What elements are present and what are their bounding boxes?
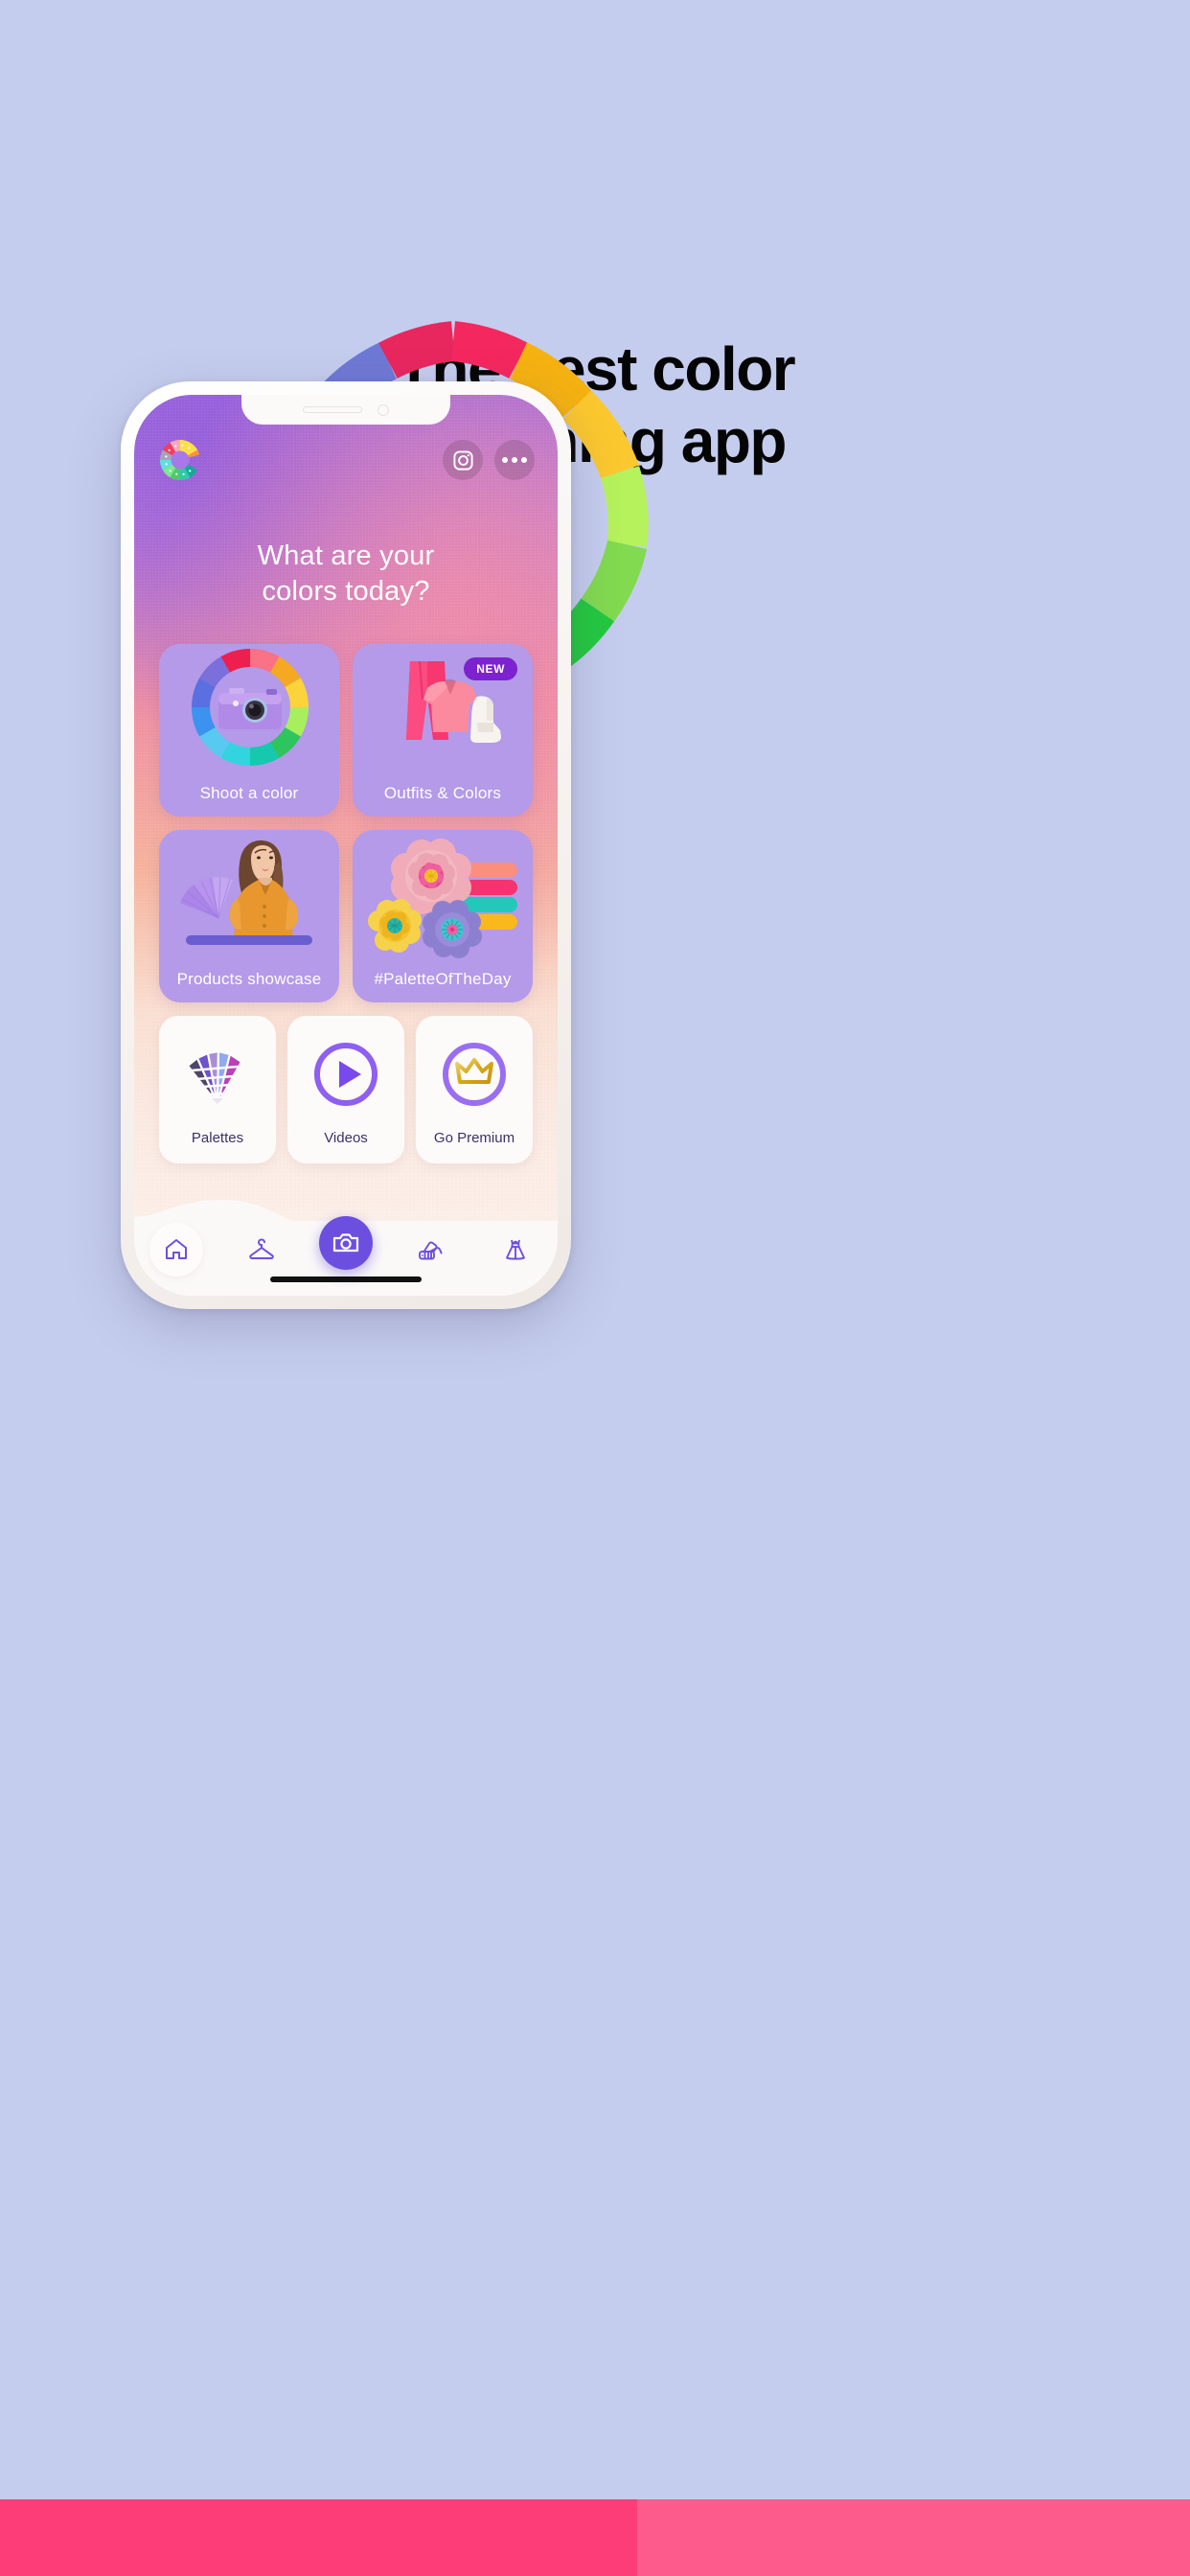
nav-item-palettes[interactable] xyxy=(400,1220,460,1279)
new-badge: NEW xyxy=(464,657,517,680)
card-label: Videos xyxy=(324,1130,368,1146)
front-camera-dot xyxy=(378,403,389,416)
nav-item-camera[interactable] xyxy=(316,1216,376,1279)
color-wheel-logo[interactable] xyxy=(157,437,203,483)
tile-label: Shoot a color xyxy=(199,784,299,802)
paper-flowers-icon xyxy=(353,830,533,962)
model-photo-icon xyxy=(159,830,339,962)
app-header-bar xyxy=(134,437,558,483)
nav-item-outfits[interactable] xyxy=(486,1220,545,1279)
earpiece-speaker xyxy=(303,406,362,413)
instagram-icon[interactable] xyxy=(443,440,483,480)
camera-color-wheel-icon xyxy=(159,644,339,776)
nav-item-wardrobe[interactable] xyxy=(232,1220,291,1279)
card-videos[interactable]: Videos xyxy=(287,1016,404,1163)
tile-products-showcase[interactable]: Products showcase xyxy=(159,830,339,1002)
bottom-color-band xyxy=(0,2499,1190,2576)
feature-tile-grid: Shoot a color NEW Outfits & Colors Produ… xyxy=(159,644,533,1002)
card-label: Palettes xyxy=(191,1130,244,1146)
app-screen: What are your colors today? Shoot a colo… xyxy=(134,395,558,1296)
phone-mockup: What are your colors today? Shoot a colo… xyxy=(121,381,571,1309)
bottom-band-left xyxy=(0,2499,637,2576)
tile-palette-of-the-day[interactable]: #PaletteOfTheDay xyxy=(353,830,533,1002)
hero-line-2: colors today? xyxy=(262,576,430,608)
card-palettes[interactable]: Palettes xyxy=(159,1016,276,1163)
dress-icon xyxy=(505,1239,525,1260)
card-label: Go Premium xyxy=(433,1130,515,1146)
more-options-icon[interactable] xyxy=(494,440,535,480)
tile-label: Outfits & Colors xyxy=(383,784,502,802)
arc-seg-lime xyxy=(600,466,649,547)
tile-outfits-and-colors[interactable]: NEW Outfits & Colors xyxy=(353,644,533,816)
arc-seg-light-green xyxy=(581,540,648,622)
hero-heading: What are your colors today? xyxy=(134,539,558,610)
hanger-icon xyxy=(248,1238,274,1259)
play-circle-icon xyxy=(310,1033,381,1116)
card-go-premium[interactable]: Go Premium xyxy=(416,1016,533,1163)
phone-notch xyxy=(241,395,450,425)
tile-label: Products showcase xyxy=(176,970,322,988)
hero-line-1: What are your xyxy=(257,540,435,571)
tile-label: #PaletteOfTheDay xyxy=(374,970,512,988)
palette-fan-icon xyxy=(419,1241,443,1260)
bottom-band-right xyxy=(637,2499,1190,2576)
tile-shoot-a-color[interactable]: Shoot a color xyxy=(159,644,339,816)
quick-action-cards: Palettes Videos Go Premium xyxy=(159,1016,533,1163)
swatch-fan-icon xyxy=(179,1033,256,1116)
crown-circle-icon xyxy=(439,1033,510,1116)
nav-item-home[interactable] xyxy=(147,1220,206,1279)
home-indicator xyxy=(270,1276,422,1282)
camera-icon xyxy=(332,1233,359,1253)
